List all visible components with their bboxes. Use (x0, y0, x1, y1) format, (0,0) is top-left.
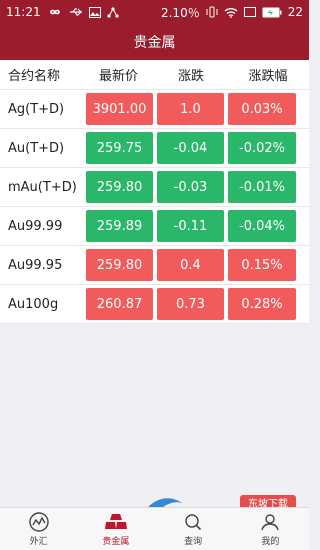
search-icon (182, 511, 204, 533)
change-cell: 0.73 (157, 288, 224, 320)
battery-icon (262, 5, 282, 19)
percent-cell: -0.04% (228, 210, 296, 242)
percent-cell: -0.02% (228, 132, 296, 164)
quote-table: 合约名称 最新价 涨跌 涨跌幅 Ag(T+D) 3901.00 1.0 0.03… (0, 60, 309, 324)
gold-bars-icon (104, 511, 128, 533)
table-row[interactable]: Au100g 260.87 0.73 0.28% (0, 285, 309, 324)
tab-forex[interactable]: 外汇 (0, 508, 77, 550)
instrument-name: Au99.99 (8, 218, 63, 234)
column-header-price: 最新价 (98, 69, 138, 84)
price-cell: 259.80 (86, 249, 153, 281)
price-cell: 259.89 (86, 210, 153, 242)
change-cell: -0.11 (157, 210, 224, 242)
price-cell: 3901.00 (86, 93, 153, 125)
instrument-name: Au100g (8, 296, 59, 312)
title-bar: 贵金属 (0, 24, 309, 60)
status-time: 11:21 (6, 5, 41, 19)
change-cell: -0.03 (157, 171, 224, 203)
table-row[interactable]: Au99.99 259.89 -0.11 -0.04% (0, 207, 309, 246)
change-cell: -0.04 (157, 132, 224, 164)
usb-icon (69, 5, 83, 19)
price-cell: 259.75 (86, 132, 153, 164)
column-header-name: 合约名称 (8, 69, 61, 84)
wifi-icon (224, 5, 238, 19)
share-icon (106, 5, 119, 19)
instrument-name: Au(T+D) (8, 140, 65, 156)
change-cell: 0.4 (157, 249, 224, 281)
instrument-name: Au99.95 (8, 257, 63, 273)
instrument-name: mAu(T+D) (8, 179, 77, 195)
tab-label: 贵金属 (102, 537, 130, 547)
image-icon (88, 5, 101, 19)
instrument-name: Ag(T+D) (8, 101, 65, 117)
tab-label: 我的 (261, 537, 280, 547)
battery-percent: 2.10％ (160, 5, 200, 20)
infinity-icon (47, 5, 63, 19)
tab-mine[interactable]: 我的 (232, 508, 309, 550)
column-header-change: 涨跌 (177, 69, 204, 84)
column-header-percent: 涨跌幅 (248, 69, 288, 84)
status-bar: 11:21 2.10％ 22 (0, 0, 309, 24)
price-cell: 260.87 (86, 288, 153, 320)
tab-label: 查询 (184, 537, 203, 547)
percent-cell: 0.15% (228, 249, 296, 281)
change-cell: 1.0 (157, 93, 224, 125)
tab-query[interactable]: 查询 (155, 508, 232, 550)
table-row[interactable]: Au99.95 259.80 0.4 0.15% (0, 246, 309, 285)
status-number: 22 (287, 5, 303, 19)
vibrate-icon (206, 5, 218, 19)
table-row[interactable]: Ag(T+D) 3901.00 1.0 0.03% (0, 90, 309, 129)
page-title: 贵金属 (133, 35, 176, 51)
table-row[interactable]: mAu(T+D) 259.80 -0.03 -0.01% (0, 168, 309, 207)
price-cell: 259.80 (86, 171, 153, 203)
user-icon (259, 511, 281, 533)
table-row[interactable]: Au(T+D) 259.75 -0.04 -0.02% (0, 129, 309, 168)
table-header: 合约名称 最新价 涨跌 涨跌幅 (0, 60, 309, 90)
tab-label: 外汇 (29, 537, 48, 547)
percent-cell: -0.01% (228, 171, 296, 203)
tab-precious-metals[interactable]: 贵金属 (77, 508, 154, 550)
bottom-tab-bar: 外汇 贵金属 查询 我的 (0, 507, 309, 550)
chart-circle-icon (28, 511, 50, 533)
percent-cell: 0.28% (228, 288, 296, 320)
percent-cell: 0.03% (228, 93, 296, 125)
screen-icon (243, 5, 256, 19)
